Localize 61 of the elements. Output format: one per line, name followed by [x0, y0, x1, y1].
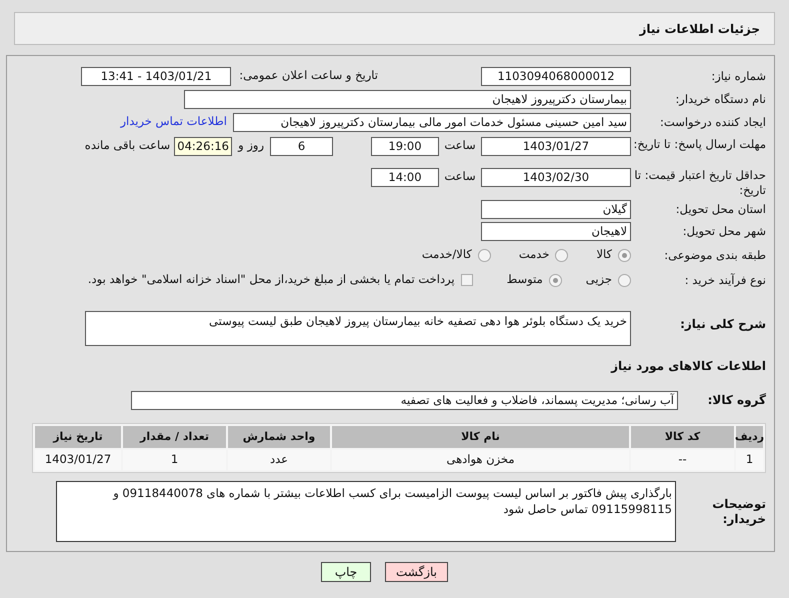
radio-button[interactable]	[618, 248, 631, 262]
text-field[interactable]: 19:00	[371, 137, 439, 156]
field-label: مهلت ارسال پاسخ: تا تاریخ:	[632, 137, 766, 152]
column-header: ردیف	[736, 426, 763, 448]
text-field[interactable]: لاهیجان	[481, 222, 631, 240]
field-label: تاریخ و ساعت اعلان عمومی:	[239, 67, 378, 84]
text-field[interactable]: 04:26:16	[174, 137, 232, 156]
field-label: شرح کلی نیاز:	[679, 316, 766, 332]
field-label: شهر محل تحویل:	[682, 224, 766, 238]
field-label: متوسط	[506, 271, 543, 288]
column-header: واحد شمارش	[228, 426, 330, 448]
field-label: گروه کالا:	[706, 392, 766, 408]
table-cell: --	[631, 450, 734, 470]
text-field[interactable]: 6	[270, 137, 333, 156]
section-title: اطلاعات کالاهای مورد نیاز	[611, 358, 766, 375]
field-label: ساعت	[443, 137, 477, 154]
radio-button[interactable]	[548, 274, 562, 286]
column-header: تعداد / مقدار	[123, 426, 226, 448]
text-field[interactable]: 1103094068000012	[481, 66, 631, 86]
radio-button[interactable]	[618, 274, 631, 286]
field-label: طبقه بندی موضوعی:	[663, 248, 766, 262]
field-label: کالا/خدمت	[422, 246, 472, 264]
field-label: شماره نیاز:	[710, 68, 766, 84]
field-label: ساعت باقی مانده	[84, 137, 170, 154]
field-label: توضیحات خریدار:	[711, 496, 766, 526]
field-label: حداقل تاریخ اعتبار قیمت: تا تاریخ:	[633, 168, 766, 198]
field-label: نام دستگاه خریدار:	[674, 92, 766, 106]
text-field[interactable]: 1403/02/30	[481, 168, 631, 187]
field-label: خدمت	[518, 246, 550, 264]
column-header: نام کالا	[332, 426, 629, 448]
notes-field[interactable]: بارگذاری پیش فاکتور بر اساس لیست پیوست الزامیست برای کسب اطلاعات بیشتر با شماره های 09118440078 و 09115998115 تماس حاصل شود	[56, 481, 676, 542]
table-cell: عدد	[228, 450, 330, 470]
text-field[interactable]: گیلان	[481, 200, 631, 218]
text-field[interactable]: 1403/01/27	[481, 137, 631, 156]
text-field[interactable]: سید امین حسینی مسئول خدمات امور مالی بیمارستان دکترپیروز لاهیجان	[233, 112, 631, 132]
table-cell: 1	[736, 450, 763, 470]
field-label: نوع فرآیند خرید :	[684, 272, 766, 288]
table-cell: 1403/01/27	[35, 450, 121, 470]
field-label: ساعت	[443, 168, 477, 185]
table-cell: 1	[123, 450, 226, 470]
radio-button[interactable]	[555, 248, 568, 262]
field-label: جزیی	[586, 271, 612, 288]
field-label: ایجاد کننده درخواست:	[659, 114, 766, 130]
field-label: استان محل تحویل:	[674, 202, 766, 216]
back-button[interactable]: بازگشت	[385, 562, 448, 582]
table-cell: مخزن هوادهی	[332, 450, 629, 470]
text-field[interactable]: 1403/01/21 - 13:41	[81, 66, 232, 86]
column-header: کد کالا	[631, 426, 734, 448]
field-label: پرداخت تمام یا بخشی از مبلغ خرید،از محل "اسناد خزانه اسلامی" خواهد بود.	[88, 271, 455, 288]
radio-button[interactable]	[478, 248, 491, 262]
checkbox[interactable]	[460, 274, 473, 286]
text-field[interactable]: بیمارستان دکترپیروز لاهیجان	[184, 90, 631, 108]
text-field[interactable]: آب رسانی؛ مدیریت پسماند، فاضلاب و فعالیت های تصفیه	[131, 390, 678, 410]
text-field[interactable]: 14:00	[371, 168, 439, 187]
field-label: روز و	[238, 137, 264, 154]
column-header: تاریخ نیاز	[35, 426, 121, 448]
page-title: جزئیات اطلاعات نیاز	[639, 20, 760, 38]
field-label: کالا	[596, 246, 612, 264]
description-field[interactable]: خرید یک دستگاه بلوئر هوا دهی تصفیه خانه بیمارستان پیروز لاهیجان طبق لیست پیوستی	[85, 311, 631, 346]
print-button[interactable]: چاپ	[321, 562, 371, 582]
contact-link[interactable]: اطلاعات تماس خریدار	[120, 113, 227, 131]
